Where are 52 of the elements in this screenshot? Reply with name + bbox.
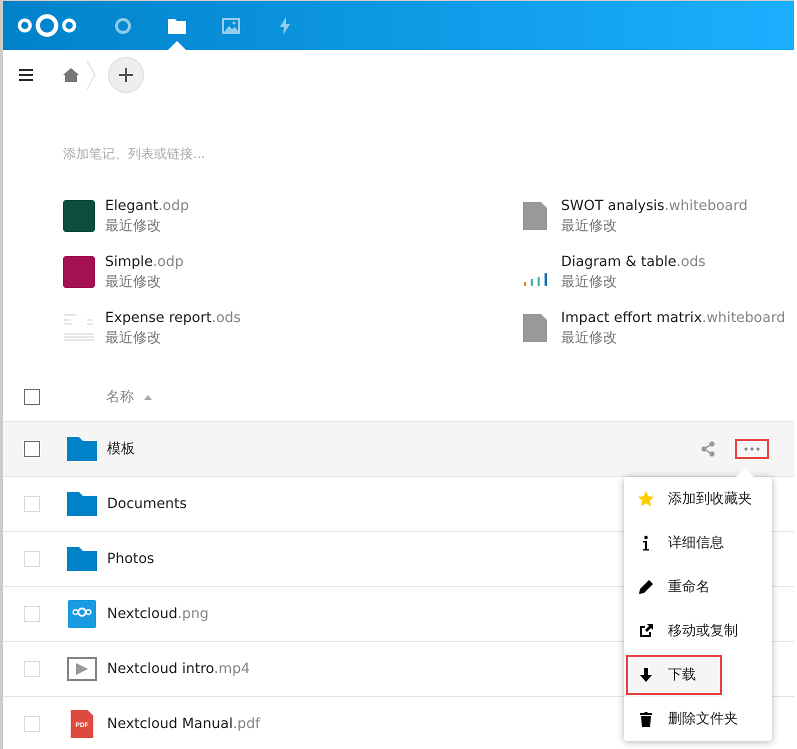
file-name[interactable]: SWOT analysis.whiteboard — [561, 198, 748, 214]
star-icon — [638, 491, 654, 507]
modified-label: 最近修改 — [105, 272, 162, 290]
file-name[interactable]: Expense report.ods — [105, 310, 241, 326]
row-checkbox[interactable] — [24, 441, 40, 457]
file-name[interactable]: Nextcloud.png — [107, 606, 209, 622]
more-button[interactable] — [735, 439, 769, 459]
share-icon[interactable] — [700, 441, 716, 457]
file-row[interactable]: 模板 — [3, 422, 794, 477]
sort-caret-icon[interactable] — [144, 394, 152, 400]
modified-label: 最近修改 — [561, 272, 618, 290]
file-name[interactable]: Impact effort matrix.whiteboard — [561, 310, 786, 326]
name-column-header[interactable]: 名称 — [106, 388, 134, 406]
folder-icon — [67, 490, 97, 518]
file-name[interactable]: Nextcloud Manual.pdf — [107, 716, 260, 732]
circle-icon — [114, 16, 132, 34]
file-name[interactable]: Photos — [107, 551, 154, 567]
modified-label: 最近修改 — [561, 216, 618, 234]
video-icon — [67, 655, 97, 683]
select-all-checkbox[interactable] — [24, 389, 40, 405]
slide-thumbnail — [63, 200, 95, 232]
trash-icon — [638, 711, 654, 727]
file-name[interactable]: Diagram & table.ods — [561, 254, 706, 270]
bar-chart-icon — [524, 273, 546, 286]
menu-item[interactable]: 下载 — [624, 653, 724, 697]
image-thumbnail — [67, 600, 97, 628]
file-name[interactable]: Elegant.odp — [105, 198, 189, 214]
modified-label: 最近修改 — [105, 216, 162, 234]
folder-icon — [67, 545, 97, 573]
modified-label: 最近修改 — [561, 328, 618, 346]
menu-item[interactable]: 添加到收藏夹 — [624, 477, 772, 521]
menu-icon[interactable] — [19, 69, 33, 81]
pencil-icon — [638, 579, 654, 595]
slide-thumbnail — [63, 256, 95, 288]
file-name[interactable]: 模板 — [107, 440, 135, 458]
external-link-icon — [638, 623, 654, 639]
plus-icon — [119, 68, 133, 82]
folder-icon — [168, 18, 186, 34]
menu-item[interactable]: 删除文件夹 — [624, 697, 772, 741]
chevron-icon — [86, 60, 96, 90]
home-icon[interactable] — [63, 68, 79, 82]
file-name[interactable]: Documents — [107, 496, 187, 512]
dots-icon — [744, 447, 760, 451]
download-icon — [638, 667, 654, 683]
logo-icon[interactable] — [16, 12, 78, 39]
image-icon — [222, 18, 240, 34]
folder-icon — [67, 435, 97, 463]
add-button[interactable] — [108, 57, 144, 93]
file-name[interactable]: Simple.odp — [105, 254, 184, 270]
modified-label: 最近修改 — [105, 328, 162, 346]
file-name[interactable]: Nextcloud intro.mp4 — [107, 661, 250, 677]
lightning-icon — [279, 16, 291, 34]
